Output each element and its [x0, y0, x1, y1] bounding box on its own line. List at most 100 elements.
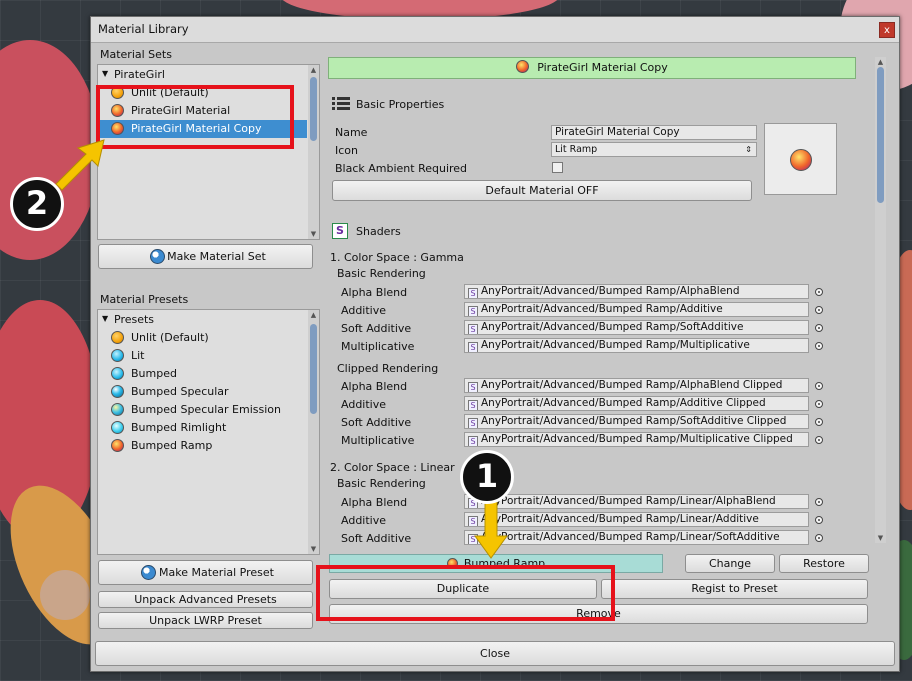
object-picker-icon[interactable] [815, 418, 823, 426]
make-material-preset-button[interactable]: Make Material Preset [98, 560, 313, 585]
name-field[interactable]: PirateGirl Material Copy [551, 125, 757, 140]
selected-material-title: PirateGirl Material Copy [537, 61, 668, 74]
shader-field[interactable]: S AnyPortrait/Advanced/Bumped Ramp/Additi… [464, 302, 809, 317]
rimlight-ball-icon [111, 421, 124, 434]
preset-label: Bumped Specular Emission [131, 403, 281, 416]
shader-file-icon: S [468, 342, 478, 352]
material-presets-header: Material Presets [100, 293, 189, 306]
tree-root-presets[interactable]: ▼ Presets [98, 311, 307, 329]
black-ambient-label: Black Ambient Required [335, 162, 468, 175]
shader-field[interactable]: S AnyPortrait/Advanced/Bumped Ramp/SoftAd… [464, 414, 809, 429]
step-badge-one: 1 [460, 450, 514, 504]
icon-dropdown[interactable]: Lit Ramp ⇕ [551, 142, 757, 157]
title-bar: Material Library x [91, 17, 899, 43]
restore-button[interactable]: Restore [779, 554, 869, 573]
arrow-down-icon [474, 500, 508, 559]
shader-field[interactable]: S AnyPortrait/Advanced/Bumped Ramp/SoftAd… [464, 320, 809, 335]
group-title: Basic Rendering [337, 477, 426, 490]
object-picker-icon[interactable] [815, 342, 823, 350]
preset-item[interactable]: Lit [98, 347, 307, 365]
preset-label: Bumped Ramp [131, 439, 213, 452]
object-picker-icon[interactable] [815, 498, 823, 506]
selected-material-header: PirateGirl Material Copy [328, 57, 856, 79]
shader-field[interactable]: S AnyPortrait/Advanced/Bumped Ramp/Linear… [464, 530, 809, 545]
shader-field[interactable]: S AnyPortrait/Advanced/Bumped Ramp/Linear… [464, 494, 809, 509]
window-title: Material Library [98, 22, 189, 36]
shader-file-icon: S [468, 288, 478, 298]
object-picker-icon[interactable] [815, 516, 823, 524]
shader-field[interactable]: S AnyPortrait/Advanced/Bumped Ramp/Linear… [464, 512, 809, 527]
ramp-ball-icon [790, 149, 812, 171]
shader-field[interactable]: S AnyPortrait/Advanced/Bumped Ramp/Multip… [464, 338, 809, 353]
preset-item[interactable]: Bumped Specular [98, 383, 307, 401]
basic-properties-heading: Basic Properties [356, 98, 445, 111]
unpack-lwrp-preset-button[interactable]: Unpack LWRP Preset [98, 612, 313, 629]
material-presets-list: ▼ Presets Unlit (Default) Lit Bumped Bum… [97, 309, 320, 555]
preset-label: Bumped Specular [131, 385, 229, 398]
shader-row-label: Additive [341, 514, 386, 527]
black-ambient-checkbox[interactable] [552, 162, 563, 173]
preset-label: Unlit (Default) [131, 331, 209, 344]
preset-item[interactable]: Bumped Specular Emission [98, 401, 307, 419]
bumped-ball-icon [111, 367, 124, 380]
detail-scrollbar[interactable]: ▲ ▼ [875, 57, 886, 543]
preset-item[interactable]: Unlit (Default) [98, 329, 307, 347]
regist-to-preset-button[interactable]: Regist to Preset [601, 579, 868, 599]
name-label: Name [335, 126, 368, 139]
window-close-button[interactable]: x [879, 22, 895, 38]
shader-row-label: Alpha Blend [341, 496, 408, 509]
object-picker-icon[interactable] [815, 534, 823, 542]
unpack-advanced-presets-button[interactable]: Unpack Advanced Presets [98, 591, 313, 608]
group-title: Clipped Rendering [337, 362, 439, 375]
list-icon [332, 97, 350, 111]
preset-item[interactable]: Bumped Ramp [98, 437, 307, 455]
shader-field[interactable]: S AnyPortrait/Advanced/Bumped Ramp/Additi… [464, 396, 809, 411]
icon-dropdown-value: Lit Ramp [555, 144, 598, 155]
object-picker-icon[interactable] [815, 288, 823, 296]
shader-file-icon: S [468, 418, 478, 428]
shader-field[interactable]: S AnyPortrait/Advanced/Bumped Ramp/Multip… [464, 432, 809, 447]
preset-label: Bumped Rimlight [131, 421, 227, 434]
shader-row-label: Soft Additive [341, 322, 412, 335]
shader-icon: S [332, 223, 348, 239]
material-preview [764, 123, 837, 195]
material-presets-scrollbar[interactable]: ▲ ▼ [308, 310, 319, 554]
shader-field[interactable]: S AnyPortrait/Advanced/Bumped Ramp/AlphaB… [464, 378, 809, 393]
make-material-preset-label: Make Material Preset [159, 566, 274, 579]
shader-row-label: Additive [341, 304, 386, 317]
shader-row-label: Soft Additive [341, 532, 412, 545]
preset-item[interactable]: Bumped Rimlight [98, 419, 307, 437]
specular-ball-icon [111, 385, 124, 398]
shader-row-label: Alpha Blend [341, 286, 408, 299]
object-picker-icon[interactable] [815, 382, 823, 390]
shader-file-icon: S [468, 382, 478, 392]
object-picker-icon[interactable] [815, 324, 823, 332]
close-button[interactable]: Close [95, 641, 895, 666]
tree-root-label: PirateGirl [114, 68, 165, 81]
make-material-set-button[interactable]: Make Material Set [98, 244, 313, 269]
shader-file-icon: S [468, 306, 478, 316]
globe-icon [141, 565, 156, 580]
object-picker-icon[interactable] [815, 306, 823, 314]
material-sets-header: Material Sets [100, 48, 172, 61]
shader-row-label: Multiplicative [341, 434, 415, 447]
shader-row-label: Soft Additive [341, 416, 412, 429]
shader-field[interactable]: S AnyPortrait/Advanced/Bumped Ramp/AlphaB… [464, 284, 809, 299]
expand-triangle-icon: ▼ [102, 69, 109, 78]
lit-ball-icon [111, 349, 124, 362]
material-sets-scrollbar[interactable]: ▲ ▼ [308, 65, 319, 239]
default-material-off-button[interactable]: Default Material OFF [332, 180, 752, 201]
preset-item[interactable]: Bumped [98, 365, 307, 383]
object-picker-icon[interactable] [815, 400, 823, 408]
ramp-ball-icon [111, 439, 124, 452]
tree-root-piratagirl[interactable]: ▼ PirateGirl [98, 66, 307, 84]
change-button[interactable]: Change [685, 554, 775, 573]
unlit-ball-icon [111, 331, 124, 344]
object-picker-icon[interactable] [815, 436, 823, 444]
dropdown-arrows-icon: ⇕ [745, 145, 752, 154]
arrow-up-right-icon [55, 139, 105, 191]
emission-ball-icon [111, 403, 124, 416]
shader-file-icon: S [468, 400, 478, 410]
shader-file-icon: S [468, 436, 478, 446]
tree-root-label: Presets [114, 313, 155, 326]
